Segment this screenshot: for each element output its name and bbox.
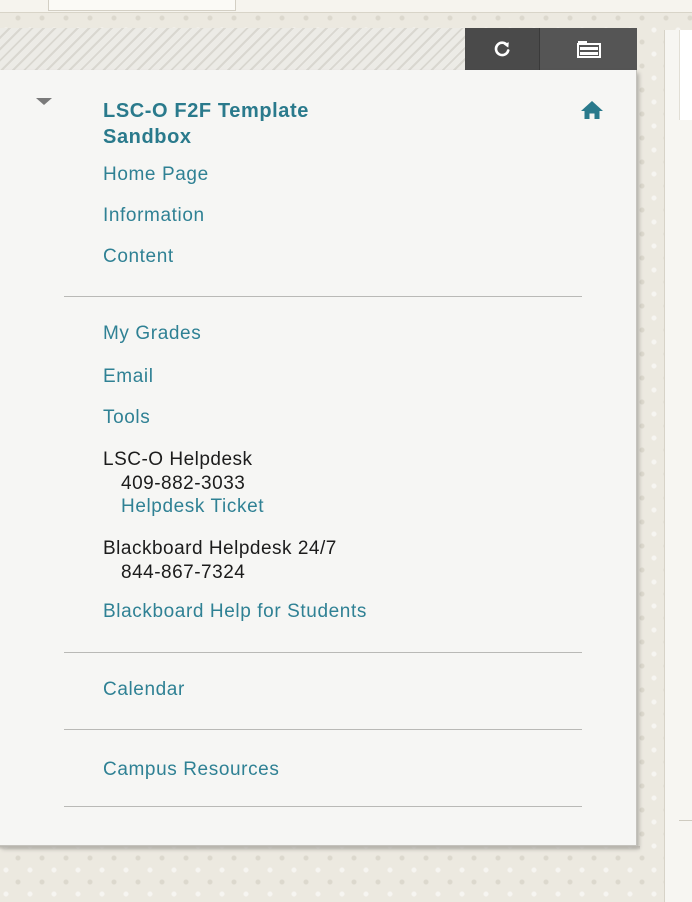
refresh-icon <box>494 41 510 57</box>
blackboard-helpdesk-phone: 844-867-7324 <box>121 562 246 583</box>
refresh-button[interactable] <box>465 28 540 70</box>
course-title-line2: Sandbox <box>103 126 192 148</box>
menu-item-campus-resources[interactable]: Campus Resources <box>103 759 279 781</box>
panel-shadow <box>0 846 640 850</box>
menu-item-my-grades[interactable]: My Grades <box>103 323 201 345</box>
menu-item-email[interactable]: Email <box>103 366 154 388</box>
menu-item-information[interactable]: Information <box>103 205 205 227</box>
helpdesk-phone: 409-882-3033 <box>121 473 246 494</box>
home-icon[interactable] <box>580 100 604 125</box>
menu-divider <box>64 729 582 730</box>
content-area-inner <box>679 30 692 120</box>
helpdesk-ticket-link[interactable]: Helpdesk Ticket <box>121 496 264 518</box>
menu-divider <box>64 806 582 807</box>
menu-item-content[interactable]: Content <box>103 246 174 268</box>
top-tab <box>48 0 236 11</box>
top-strip <box>0 0 692 13</box>
menu-item-tools[interactable]: Tools <box>103 407 150 429</box>
menu-item-blackboard-help-students[interactable]: Blackboard Help for Students <box>103 601 367 623</box>
course-title-line1: LSC-O F2F Template <box>103 100 310 122</box>
menu-item-home-page[interactable]: Home Page <box>103 164 209 186</box>
blackboard-helpdesk-title: Blackboard Helpdesk 24/7 <box>103 538 337 559</box>
content-area-rule <box>679 820 692 821</box>
folder-view-button[interactable] <box>540 28 637 70</box>
course-menu-header <box>0 28 637 70</box>
folder-view-icon <box>576 41 601 58</box>
helpdesk-title: LSC-O Helpdesk <box>103 449 253 470</box>
collapse-arrow-icon[interactable] <box>36 98 52 105</box>
course-title-link[interactable]: LSC-O F2F Template Sandbox <box>103 98 503 150</box>
menu-divider <box>64 296 582 297</box>
menu-item-calendar[interactable]: Calendar <box>103 679 185 701</box>
content-area-edge <box>664 30 692 902</box>
menu-divider <box>64 652 582 653</box>
